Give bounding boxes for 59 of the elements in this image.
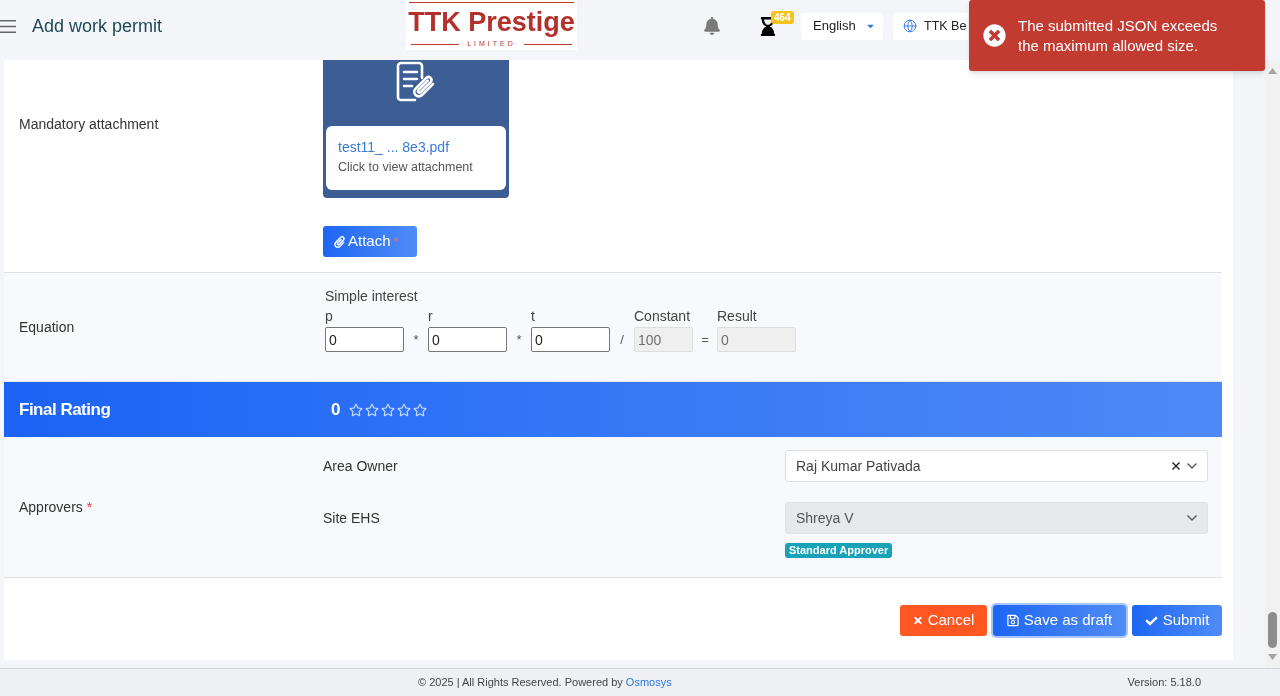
scroll-up-icon[interactable] [1268, 68, 1277, 74]
submit-button[interactable]: Submit [1132, 605, 1222, 636]
operator-sign: * [515, 331, 523, 349]
number-input[interactable]: 0 [428, 327, 507, 352]
scroll-down-icon[interactable] [1268, 654, 1277, 660]
select-value: Shreya V [796, 508, 855, 528]
attachment-preview[interactable]: test11_ ... 8e3.pdf Click to view attachment [326, 126, 506, 190]
field-label: Equation [18, 317, 76, 337]
file-link[interactable]: test11_ ... 8e3.pdf [338, 138, 494, 156]
language-dropdown[interactable]: English [801, 12, 883, 40]
field-label: Approvers * [18, 497, 94, 517]
term-label: r [428, 307, 434, 325]
chevron-down-icon [1187, 463, 1197, 469]
globe-icon [903, 19, 917, 33]
logo-name: TTK Prestige [408, 7, 575, 37]
term-label: t [531, 307, 536, 325]
operator-sign: / [619, 331, 625, 349]
star-icon[interactable] [381, 402, 396, 417]
star-icon[interactable] [413, 402, 428, 417]
page-title: Add work permit [32, 14, 163, 38]
approver-role: Site EHS [323, 509, 381, 528]
number-input[interactable]: 0 [531, 327, 610, 352]
rating-score: 0 [331, 398, 341, 421]
document-paperclip-icon [396, 61, 436, 103]
term-label: p [325, 307, 334, 325]
star-icon[interactable] [365, 402, 380, 417]
approver-role: Area Owner [323, 457, 399, 476]
approver-select[interactable]: Raj Kumar Pativada [785, 450, 1208, 482]
attachment-hint: Click to view attachment [338, 159, 474, 175]
chevron-down-icon [1187, 515, 1197, 521]
powered-by-link[interactable]: Osmosys [625, 676, 672, 689]
rating-title: Final Rating [18, 398, 112, 421]
star-icon[interactable] [349, 402, 364, 417]
attachment-card[interactable]: test11_ ... 8e3.pdf Click to view attachment [323, 60, 509, 198]
operator-sign: = [700, 331, 710, 349]
term-label: Result [717, 307, 758, 325]
notification-badge: 464 [771, 10, 794, 24]
attach-button[interactable]: Attach * [323, 226, 417, 257]
error-icon [983, 24, 1006, 47]
bell-icon[interactable] [703, 17, 721, 35]
equation-title: Simple interest [325, 287, 419, 305]
close-icon [912, 615, 923, 626]
operator-sign: * [412, 331, 420, 349]
field-label: Mandatory attachment [18, 115, 160, 134]
copyright-text: © 2025 | All Rights Reserved. Powered by Osmosys [417, 675, 672, 691]
version-text: Version: 5.18.0 [1127, 675, 1201, 691]
toast-message: The submitted JSON exceeds the maximum allowed size. [1018, 15, 1219, 56]
menu-icon[interactable] [0, 19, 16, 33]
site-dropdown[interactable]: TTK Be [893, 12, 968, 40]
scrollbar-thumb[interactable] [1268, 612, 1277, 648]
approver-badge: Standard Approver [785, 543, 893, 558]
clear-icon[interactable] [1172, 462, 1180, 470]
paperclip-icon [334, 235, 345, 248]
save-draft-button[interactable]: Save as draft [993, 605, 1126, 636]
number-input[interactable]: 0 [325, 327, 404, 352]
select-value: Raj Kumar Pativada [796, 456, 922, 476]
check-icon [1144, 614, 1158, 627]
term-label: Constant [634, 307, 692, 325]
star-icon[interactable] [397, 402, 412, 417]
